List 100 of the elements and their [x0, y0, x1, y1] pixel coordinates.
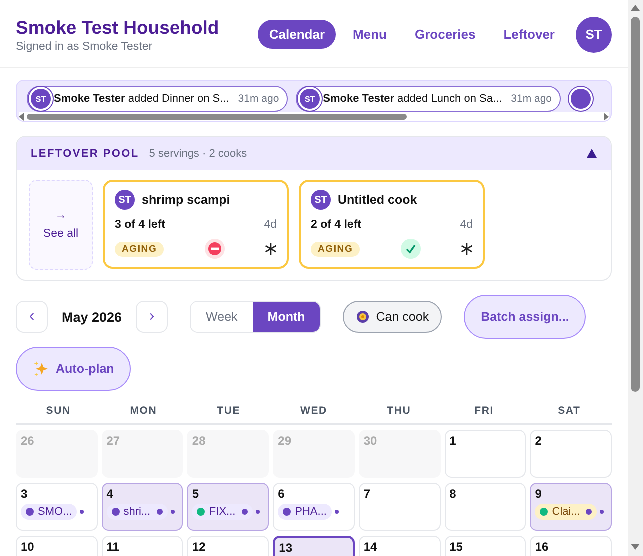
view-tab[interactable]: Month — [252, 302, 320, 332]
pan-icon — [356, 310, 370, 324]
signed-in-text: Signed in as Smoke Tester — [16, 40, 154, 52]
calendar-day[interactable]: 5 FIX... — [187, 483, 270, 531]
auto-plan-button[interactable]: Auto-plan — [16, 347, 132, 391]
meal-chip[interactable]: Clai... — [535, 504, 598, 520]
weekday-label: MON — [129, 405, 158, 417]
more-dot — [80, 510, 84, 514]
day-number: 15 — [450, 540, 464, 554]
leftover-age: 4d — [460, 218, 473, 230]
cook-avatar: ST — [115, 190, 135, 210]
pool-summary: 5 servings · 2 cooks — [149, 148, 248, 160]
collapse-icon[interactable] — [587, 149, 597, 158]
month-label: May 2026 — [61, 310, 124, 324]
day-number: 12 — [192, 540, 207, 554]
day-number: 2 — [535, 434, 543, 448]
calendar-day[interactable]: 13 — [273, 536, 355, 556]
nav-tab[interactable]: Calendar — [258, 20, 336, 49]
activity-time: 31m ago — [511, 93, 552, 105]
calendar-day[interactable]: 6 PHA... — [273, 483, 355, 531]
calendar-day[interactable]: 1 — [444, 430, 526, 478]
day-number: 28 — [192, 434, 207, 448]
calendar-day[interactable]: 7 — [358, 483, 441, 531]
meal-chip[interactable]: shri... — [106, 504, 168, 520]
more-dot — [170, 510, 175, 514]
day-number: 29 — [278, 434, 292, 448]
meal-chip[interactable]: SMO... — [21, 504, 78, 520]
sparkles-icon — [33, 360, 50, 378]
leftover-card[interactable]: ST shrimp scampi 3 of 4 left 4d AGING — [103, 180, 289, 269]
day-number: 13 — [279, 541, 294, 555]
activity-item[interactable]: ST Smoke Tester added Dinner on S... 31m ago — [27, 86, 288, 112]
see-all-link[interactable]: → See all — [29, 180, 93, 270]
day-number: 3 — [21, 487, 29, 501]
calendar-day[interactable]: 3 SMO... — [16, 483, 98, 531]
leftover-card[interactable]: ST Untitled cook 2 of 4 left 4d AGING — [299, 180, 485, 269]
more-dot — [334, 510, 339, 514]
weekday-label: SAT — [557, 405, 582, 417]
previous-month-button[interactable]: ‹ — [16, 301, 48, 333]
calendar-day[interactable]: 14 — [358, 536, 441, 556]
scroll-up-icon[interactable] — [631, 5, 640, 11]
activity-text: Smoke Tester added Dinner on S... — [54, 93, 230, 105]
weekday-label: WED — [300, 405, 328, 417]
more-dot — [256, 510, 260, 514]
day-number: 27 — [106, 434, 122, 448]
day-number: 9 — [535, 487, 543, 501]
day-number: 26 — [21, 434, 36, 448]
weekday-label: FRI — [474, 405, 495, 417]
nav-tab[interactable]: Leftover — [492, 20, 566, 49]
household-title: Smoke Test Household — [16, 16, 220, 38]
vertical-scrollbar[interactable] — [628, 0, 643, 556]
servings-left: 2 of 4 left — [311, 218, 362, 230]
weekday-label: THU — [386, 405, 412, 417]
day-number: 8 — [450, 487, 458, 501]
calendar-day[interactable]: 16 — [530, 536, 612, 556]
calendar-day[interactable]: 12 — [187, 536, 270, 556]
pool-title: LEFTOVER POOL — [31, 148, 140, 160]
aging-badge: AGING — [311, 242, 360, 256]
day-number: 4 — [106, 487, 114, 501]
activity-avatar: ST — [300, 89, 320, 109]
calendar-day[interactable]: 10 — [16, 536, 98, 556]
activity-time: 31m ago — [238, 93, 280, 105]
can-cook-button[interactable]: Can cook — [343, 301, 442, 333]
avatar-icon — [571, 89, 592, 109]
leftover-name: Untitled cook — [338, 193, 418, 207]
calendar-day[interactable]: 2 — [530, 430, 612, 478]
day-number: 30 — [364, 434, 378, 448]
activity-text: Smoke Tester added Lunch on Sa... — [323, 93, 502, 105]
day-number: 10 — [21, 540, 36, 554]
activity-item[interactable]: ST Smoke Tester added Lunch on Sa... 31m ago — [296, 86, 562, 112]
horizontal-scrollbar[interactable] — [19, 112, 609, 121]
calendar-day[interactable]: 11 — [102, 536, 184, 556]
scroll-left-icon[interactable] — [19, 112, 25, 120]
day-number: 5 — [192, 487, 200, 501]
leftover-name: shrimp scampi — [142, 193, 230, 207]
cook-avatar: ST — [311, 190, 331, 210]
day-number: 14 — [364, 540, 378, 554]
meal-chip[interactable]: PHA... — [278, 504, 332, 520]
day-number: 1 — [450, 434, 458, 448]
weekday-label: SUN — [45, 405, 72, 417]
weekday-label: TUE — [216, 405, 242, 417]
meal-chip[interactable]: FIX... — [192, 504, 253, 520]
calendar-day[interactable]: 15 — [444, 536, 526, 556]
calendar-day[interactable]: 4 shri... — [102, 483, 184, 531]
day-number: 11 — [106, 540, 120, 554]
more-dot — [600, 510, 604, 514]
activity-avatar: ST — [31, 89, 51, 109]
day-number: 6 — [278, 487, 286, 501]
scroll-right-icon[interactable] — [603, 112, 609, 120]
leftover-age: 4d — [264, 218, 277, 230]
day-number: 16 — [535, 540, 550, 554]
batch-assign-button[interactable]: Batch assign... — [464, 295, 586, 339]
day-number: 7 — [364, 487, 372, 501]
servings-left: 3 of 4 left — [115, 218, 166, 230]
nav-tab[interactable]: Groceries — [404, 20, 487, 49]
nav-tab[interactable]: Menu — [342, 20, 398, 49]
user-avatar[interactable]: ST — [576, 16, 612, 52]
scroll-down-icon[interactable] — [631, 544, 640, 550]
next-month-button[interactable]: › — [136, 301, 168, 333]
calendar-day[interactable]: 8 — [444, 483, 526, 531]
calendar-day[interactable]: 9 Clai... — [530, 483, 612, 531]
